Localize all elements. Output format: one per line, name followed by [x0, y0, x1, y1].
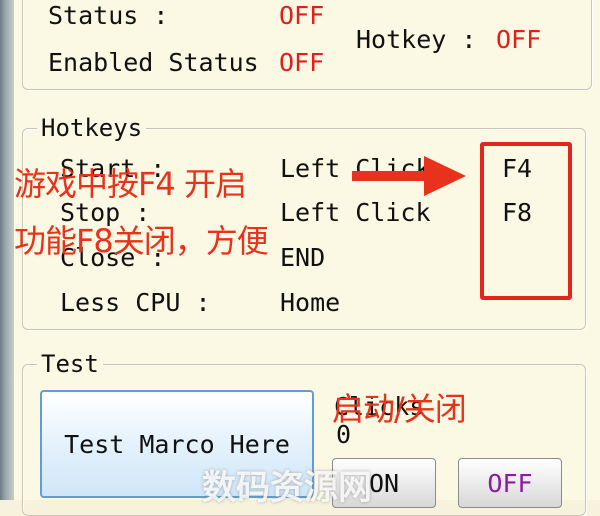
- hotkey-lesscpu-value: Home: [280, 288, 341, 317]
- highlight-box: [480, 142, 572, 300]
- enabled-status-label: Enabled Status: [48, 48, 259, 77]
- annotation-line-1: 游戏中按F4 开启: [14, 165, 247, 203]
- hotkey-stop-value: Left Click: [280, 198, 431, 227]
- status-label: Status :: [48, 1, 169, 30]
- watermark-text: 数码资源网: [202, 468, 372, 508]
- window-frame-edge: [0, 0, 14, 500]
- hotkey-lesscpu-label: Less CPU :: [60, 288, 211, 317]
- test-group-title: Test: [37, 349, 103, 379]
- hotkey-status-value: OFF: [496, 25, 542, 54]
- hotkey-status-label: Hotkey :: [356, 25, 477, 54]
- arrow-right-icon: [352, 156, 466, 196]
- off-button[interactable]: OFF: [458, 458, 562, 508]
- status-value: OFF: [279, 1, 325, 30]
- hotkey-close-value: END: [280, 243, 326, 272]
- hotkeys-group-title: Hotkeys: [37, 113, 147, 143]
- enabled-status-value: OFF: [279, 48, 325, 77]
- main-panel: Status : OFF Enabled Status OFF Hotkey :…: [14, 0, 600, 516]
- annotation-line-3: 启动/关闭: [332, 390, 467, 428]
- annotation-line-2: 功能F8关闭，方便: [14, 222, 269, 260]
